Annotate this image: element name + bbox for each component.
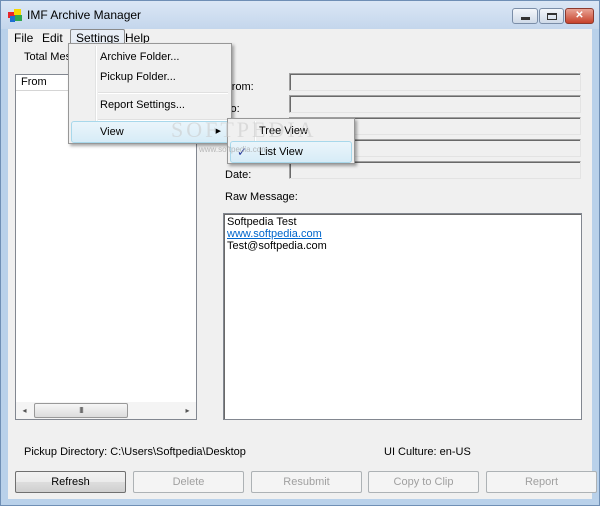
submenu-arrow-icon: ▶ <box>215 128 221 135</box>
raw-message-line: Test@softpedia.com <box>227 240 327 252</box>
menu-item-tree-view[interactable]: Tree View <box>230 120 352 142</box>
settings-menu: Archive Folder... Pickup Folder... Repor… <box>68 43 232 144</box>
date-label: Date: <box>225 169 252 181</box>
menu-item-archive-folder[interactable]: Archive Folder... <box>71 46 229 68</box>
menu-edit[interactable]: Edit <box>37 29 68 47</box>
close-icon: ✕ <box>575 10 584 21</box>
maximize-button[interactable] <box>539 8 564 24</box>
scroll-thumb[interactable]: III <box>34 403 128 418</box>
menu-item-pickup-folder[interactable]: Pickup Folder... <box>71 66 229 88</box>
checkmark-icon: ✓ <box>237 145 248 159</box>
from-field[interactable] <box>289 73 581 91</box>
copy-to-clip-button[interactable]: Copy to Clip <box>368 471 479 493</box>
menu-file[interactable]: File <box>9 29 38 47</box>
refresh-button[interactable]: Refresh <box>15 471 126 493</box>
pickup-directory-label: Pickup Directory: C:\Users\Softpedia\Des… <box>24 446 246 458</box>
menu-item-view[interactable]: View ▶ <box>71 121 229 143</box>
delete-button[interactable]: Delete <box>133 471 244 493</box>
report-button[interactable]: Report <box>486 471 597 493</box>
menu-item-list-view-label: List View <box>259 146 303 158</box>
close-button[interactable]: ✕ <box>565 8 594 24</box>
minimize-button[interactable] <box>512 8 538 24</box>
scroll-left-icon[interactable]: ◂ <box>16 402 33 419</box>
raw-message-link[interactable]: www.softpedia.com <box>227 228 578 240</box>
raw-message-textbox[interactable]: Softpedia Test www.softpedia.com Test@so… <box>223 213 582 420</box>
menu-item-report-settings[interactable]: Report Settings... <box>71 94 229 116</box>
scroll-right-icon[interactable]: ▸ <box>179 402 196 419</box>
view-submenu: Tree View ✓ List View <box>227 118 355 164</box>
horizontal-scrollbar[interactable]: ◂ III ▸ <box>16 402 196 419</box>
app-window: IMF Archive Manager ✕ File Edit Settings… <box>0 0 600 506</box>
ui-culture-label: UI Culture: en-US <box>384 446 471 458</box>
minimize-icon <box>521 17 530 20</box>
menu-item-view-label: View <box>100 126 124 138</box>
app-icon <box>8 9 22 22</box>
total-messages-label: Total Mes <box>24 51 72 63</box>
raw-message-line: Softpedia Test <box>227 216 297 228</box>
maximize-icon <box>547 13 557 20</box>
window-title: IMF Archive Manager <box>27 8 142 22</box>
menu-item-list-view[interactable]: ✓ List View <box>230 141 352 163</box>
resubmit-button[interactable]: Resubmit <box>251 471 362 493</box>
title-bar[interactable]: IMF Archive Manager ✕ <box>1 1 599 29</box>
to-field[interactable] <box>289 95 581 113</box>
raw-message-label: Raw Message: <box>225 191 298 203</box>
